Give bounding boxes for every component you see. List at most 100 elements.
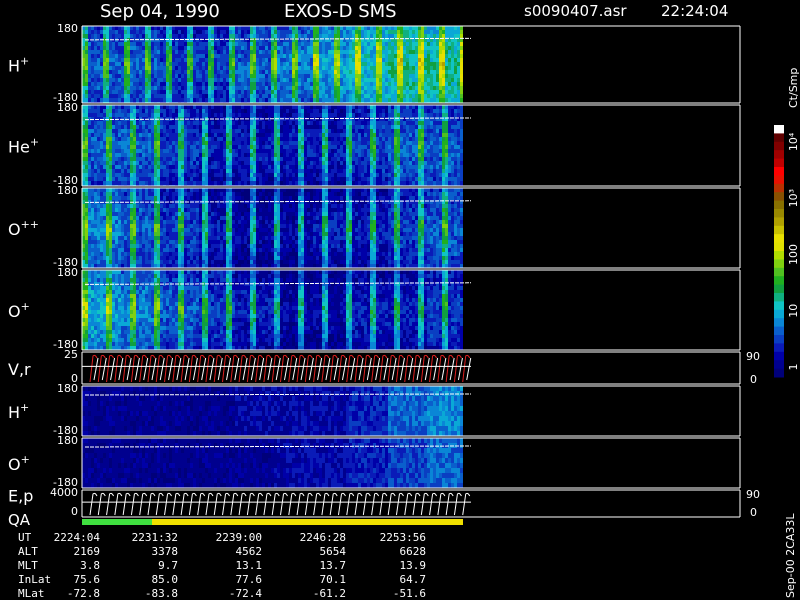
heat-cell (214, 153, 217, 157)
heat-cell (373, 133, 376, 137)
heat-cell (403, 42, 406, 46)
heat-cell (400, 173, 403, 177)
heat-cell (295, 94, 298, 98)
heat-cell (253, 42, 256, 46)
heat-cell (280, 78, 283, 82)
heat-cell (205, 42, 208, 46)
heat-cell (280, 105, 283, 109)
heat-cell (154, 50, 157, 54)
heat-cell (184, 173, 187, 177)
heat-cell (229, 98, 232, 102)
heat-cell (163, 149, 166, 153)
heat-cell (130, 113, 133, 117)
heat-cell (433, 90, 436, 94)
heat-cell (301, 34, 304, 38)
heat-cell (370, 173, 373, 177)
heat-cell (169, 82, 172, 86)
heat-cell (310, 66, 313, 70)
heat-cell (238, 42, 241, 46)
heat-cell (94, 173, 97, 177)
heat-cell (313, 133, 316, 137)
heat-cell (373, 153, 376, 157)
heat-cell (367, 62, 370, 66)
heat-cell (262, 62, 265, 66)
heat-cell (85, 149, 88, 153)
heat-cell (301, 121, 304, 125)
heat-cell (292, 74, 295, 78)
heat-cell (409, 58, 412, 62)
heat-cell (259, 173, 262, 177)
heat-cell (379, 26, 382, 30)
heat-cell (127, 177, 130, 181)
heat-cell (265, 169, 268, 173)
heat-cell (400, 78, 403, 82)
heat-cell (385, 105, 388, 109)
heat-cell (334, 137, 337, 141)
heat-cell (91, 157, 94, 161)
heat-cell (406, 181, 409, 185)
heat-cell (277, 78, 280, 82)
heat-cell (373, 121, 376, 125)
heat-cell (430, 62, 433, 66)
heat-cell (262, 54, 265, 58)
heat-cell (385, 82, 388, 86)
heat-cell (400, 82, 403, 86)
heat-cell (343, 109, 346, 113)
heat-cell (136, 137, 139, 141)
heat-cell (331, 78, 334, 82)
heat-cell (250, 62, 253, 66)
heat-cell (202, 86, 205, 90)
heat-cell (391, 90, 394, 94)
heat-cell (337, 34, 340, 38)
heat-cell (298, 50, 301, 54)
heat-cell (112, 153, 115, 157)
heat-cell (298, 66, 301, 70)
heat-cell (178, 26, 181, 30)
heat-cell (124, 82, 127, 86)
heat-cell (91, 161, 94, 165)
heat-cell (370, 129, 373, 133)
heat-cell (139, 82, 142, 86)
heat-cell (403, 157, 406, 161)
heat-cell (403, 109, 406, 113)
heat-cell (388, 42, 391, 46)
heat-cell (268, 42, 271, 46)
heat-cell (340, 30, 343, 34)
heat-cell (418, 94, 421, 98)
heat-cell (415, 181, 418, 185)
heat-cell (304, 26, 307, 30)
heat-cell (130, 109, 133, 113)
heat-cell (298, 129, 301, 133)
heat-cell (217, 109, 220, 113)
heat-cell (139, 113, 142, 117)
heat-cell (298, 42, 301, 46)
heat-cell (190, 105, 193, 109)
heat-cell (304, 66, 307, 70)
heat-cell (358, 62, 361, 66)
heat-cell (316, 58, 319, 62)
heat-cell (106, 129, 109, 133)
heat-cell (142, 46, 145, 50)
heat-cell (133, 133, 136, 137)
heat-cell (115, 125, 118, 129)
heat-cell (307, 74, 310, 78)
heat-cell (172, 34, 175, 38)
heat-cell (328, 133, 331, 137)
heat-cell (181, 62, 184, 66)
heat-cell (121, 133, 124, 137)
heat-cell (313, 94, 316, 98)
heat-cell (91, 165, 94, 169)
heat-cell (202, 74, 205, 78)
heat-cell (448, 78, 451, 82)
heat-cell (148, 42, 151, 46)
heat-cell (388, 46, 391, 50)
heat-cell (298, 90, 301, 94)
heat-cell (349, 98, 352, 102)
heat-cell (130, 82, 133, 86)
heat-cell (457, 82, 460, 86)
heat-cell (136, 129, 139, 133)
heat-cell (142, 105, 145, 109)
heat-cell (115, 98, 118, 102)
heat-cell (202, 161, 205, 165)
heat-cell (271, 145, 274, 149)
